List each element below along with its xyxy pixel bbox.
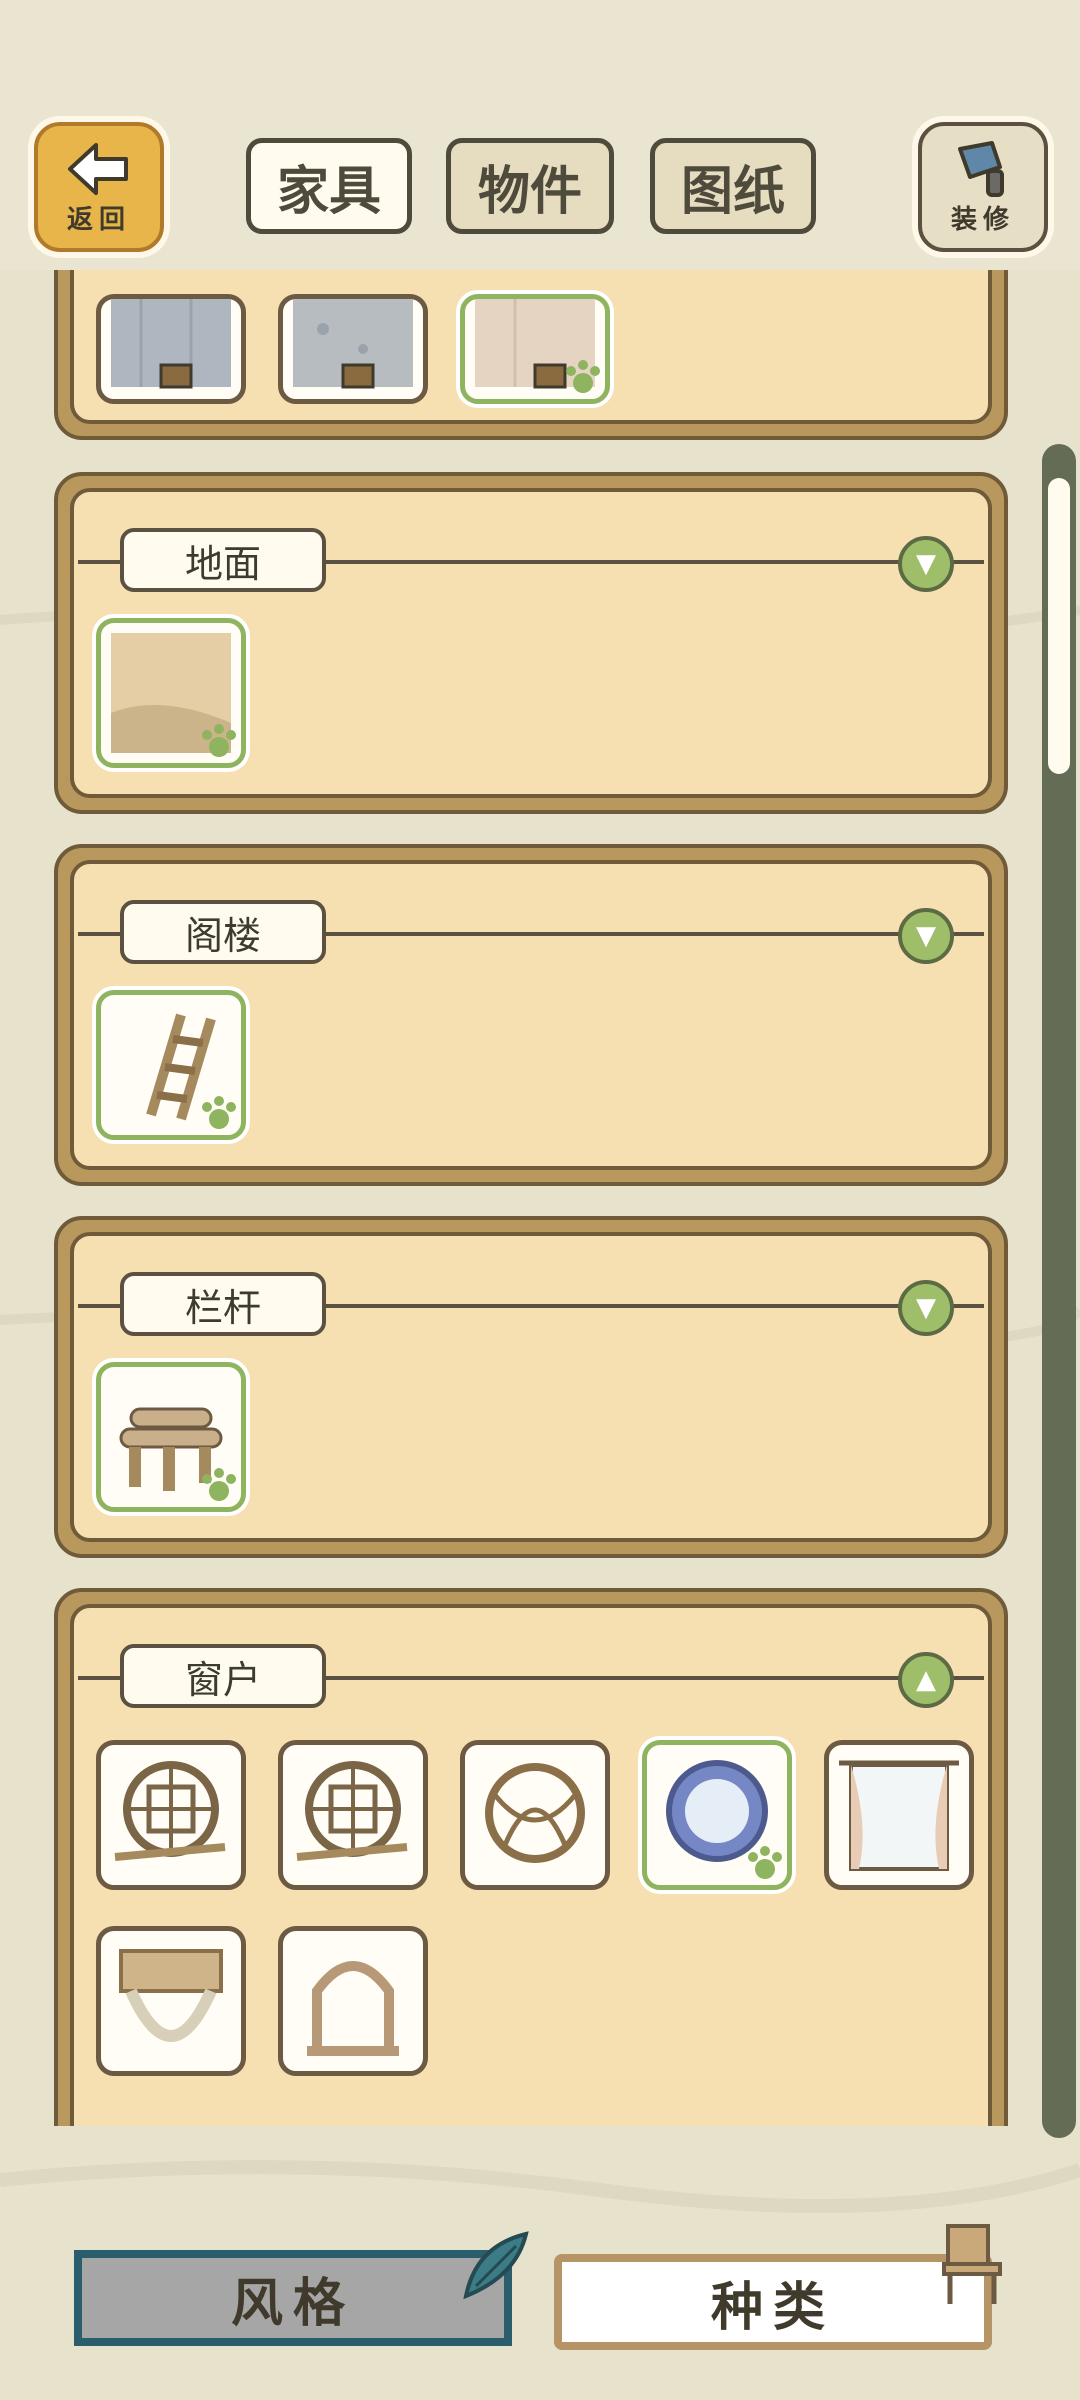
window-item-card[interactable] — [96, 1926, 246, 2076]
woven-round-window-thumbnail — [485, 1763, 585, 1863]
section-title: 栏杆 — [120, 1272, 326, 1336]
bamboo-blind-window-thumbnail — [119, 1949, 223, 2042]
style-button-label: 风格 — [230, 2273, 355, 2334]
loft-item-card-selected[interactable] — [96, 990, 246, 1140]
curtain-window-thumbnail — [839, 1760, 959, 1871]
floor-item-card-selected[interactable] — [96, 618, 246, 768]
tab-blueprints[interactable]: 图纸 — [650, 138, 816, 234]
expand-toggle-button[interactable]: ▲ — [898, 1652, 954, 1708]
category-button-label: 种类 — [710, 2277, 835, 2338]
section-railing: 栏杆 ▼ — [54, 1216, 1008, 1558]
category-button[interactable]: 种类 — [554, 2254, 992, 2350]
back-button[interactable]: 返回 — [34, 122, 164, 252]
section-loft: 阁楼 ▼ — [54, 844, 1008, 1186]
decorate-button[interactable]: 装修 — [918, 122, 1048, 252]
window-item-card-selected[interactable] — [642, 1740, 792, 1890]
scrollbar-thumb[interactable] — [1048, 478, 1070, 774]
window-item-card[interactable] — [278, 1926, 428, 2076]
frog-paw-icon — [748, 1846, 782, 1879]
catalog-list[interactable]: 地面 ▼ 阁楼 ▼ 栏杆 ▼ 窗户 ▲ — [0, 270, 1040, 2126]
section-floor: 地面 ▼ — [54, 472, 1008, 814]
window-item-card[interactable] — [824, 1740, 974, 1890]
collapse-toggle-button[interactable]: ▼ — [898, 536, 954, 592]
window-item-card[interactable] — [96, 1740, 246, 1890]
collapse-toggle-button[interactable]: ▼ — [898, 908, 954, 964]
arrow-left-icon — [68, 142, 128, 195]
window-item-card[interactable] — [460, 1740, 610, 1890]
wall-panel — [54, 270, 1008, 440]
round-lattice-window-thumbnail — [296, 1761, 408, 1861]
window-item-card[interactable] — [278, 1740, 428, 1890]
frog-paw-icon — [202, 724, 236, 757]
tab-blueprints-label: 图纸 — [680, 161, 785, 222]
section-window: 窗户 ▲ — [54, 1588, 1008, 2126]
tab-objects-label: 物件 — [477, 161, 582, 222]
decorate-label: 装修 — [950, 204, 1015, 235]
arched-window-thumbnail — [307, 1961, 399, 2056]
gray-wall-thumbnail — [111, 299, 231, 389]
paint-brush-icon — [958, 140, 1004, 197]
wall-item-card-selected[interactable] — [460, 294, 610, 404]
tab-furniture-label: 家具 — [276, 161, 381, 222]
chair-icon — [942, 2224, 1002, 2304]
frog-paw-icon — [566, 360, 600, 393]
wall-item-card[interactable] — [278, 294, 428, 404]
scrollbar-track[interactable] — [1042, 444, 1076, 2138]
back-label: 返回 — [66, 204, 131, 235]
stone-wall-thumbnail — [293, 299, 413, 389]
round-lattice-window-thumbnail — [114, 1761, 226, 1861]
collapse-toggle-button[interactable]: ▼ — [898, 1280, 954, 1336]
wall-item-card[interactable] — [96, 294, 246, 404]
seashell-icon — [463, 2231, 529, 2300]
section-title: 窗户 — [120, 1644, 326, 1708]
section-title: 地面 — [120, 528, 326, 592]
tab-objects[interactable]: 物件 — [446, 138, 614, 234]
section-title: 阁楼 — [120, 900, 326, 964]
frog-paw-icon — [202, 1096, 236, 1129]
style-button[interactable]: 风格 — [74, 2250, 512, 2346]
railing-item-card-selected[interactable] — [96, 1362, 246, 1512]
tab-furniture[interactable]: 家具 — [246, 138, 412, 234]
frog-paw-icon — [202, 1468, 236, 1501]
